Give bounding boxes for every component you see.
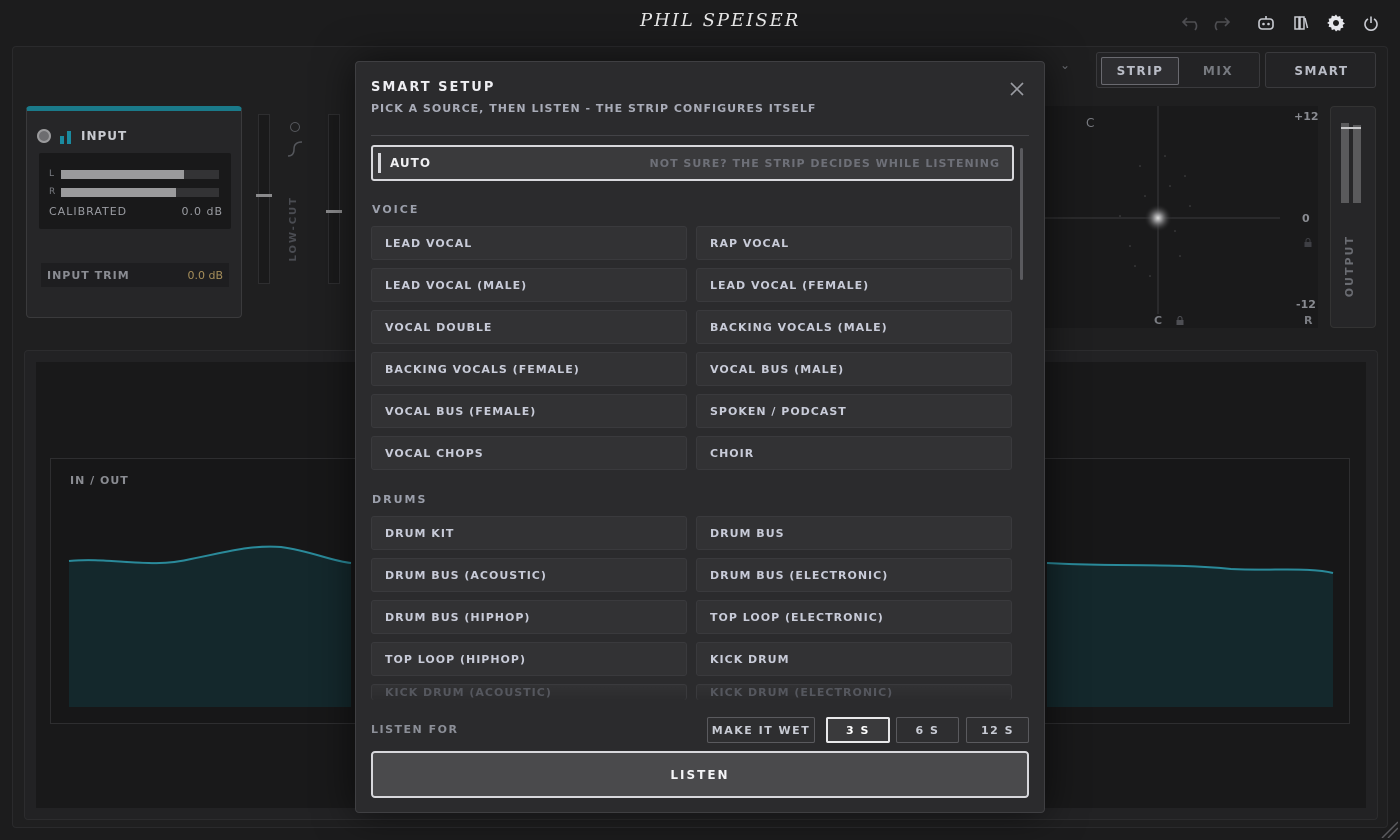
source-option-button[interactable]: KICK DRUM (ACOUSTIC) bbox=[371, 684, 687, 700]
input-trim-value[interactable]: 0.0 dB bbox=[187, 269, 223, 282]
meter-left: L bbox=[49, 169, 219, 179]
chevron-down-icon[interactable]: ⌄ bbox=[1060, 58, 1084, 76]
lowcut-label: LOW-CUT bbox=[288, 196, 299, 262]
stereo-scope: C C R +12 0 -12 bbox=[1040, 106, 1319, 328]
mode-strip-button[interactable]: STRIP bbox=[1101, 57, 1179, 85]
listen-button[interactable]: LISTEN bbox=[371, 751, 1029, 798]
lock-icon[interactable] bbox=[1176, 316, 1184, 325]
drums-source-list: DRUM KIT DRUM BUS DRUM BUS (ACOUSTIC) DRUM … bbox=[371, 516, 1015, 702]
output-meter-right bbox=[1353, 125, 1361, 203]
source-option-button[interactable]: VOCAL BUS (MALE) bbox=[696, 352, 1012, 386]
voice-source-list: LEAD VOCAL RAP VOCAL LEAD VOCAL (MALE) LEAD… bbox=[371, 226, 1015, 476]
fader-track-2 bbox=[328, 114, 340, 284]
source-option-button[interactable]: TOP LOOP (ELECTRONIC) bbox=[696, 600, 1012, 634]
source-option-button[interactable]: DRUM KIT bbox=[371, 516, 687, 550]
source-option-button[interactable]: DRUM BUS bbox=[696, 516, 1012, 550]
list-scrollbar[interactable] bbox=[1020, 148, 1023, 280]
listen-for-label: LISTEN FOR bbox=[371, 723, 459, 736]
brand-logo: PHIL SPEISER bbox=[640, 10, 801, 31]
dialog-divider bbox=[371, 135, 1029, 136]
scale-top: +12 bbox=[1294, 110, 1319, 123]
dialog-subtitle: PICK A SOURCE, THEN LISTEN - THE STRIP C… bbox=[371, 102, 817, 115]
source-option-button[interactable]: KICK DRUM (ELECTRONIC) bbox=[696, 684, 1012, 700]
lowcut-section: LOW-CUT bbox=[246, 106, 350, 320]
output-meter-left bbox=[1341, 123, 1349, 203]
redo-icon[interactable] bbox=[1208, 12, 1232, 34]
source-option-button[interactable]: LEAD VOCAL bbox=[371, 226, 687, 260]
scale-mid: 0 bbox=[1302, 212, 1310, 225]
source-option-button[interactable]: BACKING VOCALS (MALE) bbox=[696, 310, 1012, 344]
calibrated-value: 0.0 dB bbox=[181, 205, 223, 218]
source-option-button[interactable]: VOCAL DOUBLE bbox=[371, 310, 687, 344]
input-title: INPUT bbox=[81, 129, 128, 143]
output-fader-handle[interactable] bbox=[1341, 127, 1361, 129]
source-option-button[interactable]: LEAD VOCAL (FEMALE) bbox=[696, 268, 1012, 302]
source-option-button[interactable]: CHOIR bbox=[696, 436, 1012, 470]
duration-6s-button[interactable]: 6 S bbox=[896, 717, 959, 743]
meter-right-label: R bbox=[49, 187, 56, 197]
selected-indicator bbox=[378, 153, 381, 173]
section-voice-label: VOICE bbox=[372, 203, 420, 216]
section-drums-label: DRUMS bbox=[372, 493, 428, 506]
fader-handle-2[interactable] bbox=[326, 210, 342, 213]
input-meter: L R CALIBRATED 0.0 dB bbox=[39, 153, 231, 229]
calibrated-row: CALIBRATED 0.0 dB bbox=[49, 205, 223, 218]
scope-top-label: C bbox=[1086, 116, 1095, 130]
make-it-wet-button[interactable]: MAKE IT WET bbox=[707, 717, 815, 743]
source-option-button[interactable]: DRUM BUS (HIPHOP) bbox=[371, 600, 687, 634]
scope-bottom-label: C bbox=[1154, 314, 1163, 327]
source-option-button[interactable]: BACKING VOCALS (FEMALE) bbox=[371, 352, 687, 386]
mode-mix-button[interactable]: MIX bbox=[1179, 57, 1257, 85]
calibrated-label: CALIBRATED bbox=[49, 205, 128, 218]
power-icon[interactable] bbox=[1359, 12, 1383, 34]
gear-icon[interactable] bbox=[1324, 12, 1348, 34]
source-option-button[interactable]: SPOKEN / PODCAST bbox=[696, 394, 1012, 428]
lock-icon-2[interactable] bbox=[1304, 232, 1312, 247]
lowcut-enable-icon[interactable] bbox=[290, 122, 300, 132]
smart-button[interactable]: SMART bbox=[1270, 57, 1373, 85]
undo-icon[interactable] bbox=[1180, 12, 1204, 34]
source-option-button[interactable]: TOP LOOP (HIPHOP) bbox=[371, 642, 687, 676]
input-panel: INPUT L R CALIBRATED 0.0 dB INPUT TRIM 0… bbox=[26, 106, 242, 318]
source-option-button[interactable]: LEAD VOCAL (MALE) bbox=[371, 268, 687, 302]
robot-icon[interactable] bbox=[1254, 12, 1278, 34]
input-enable-toggle[interactable] bbox=[37, 129, 51, 143]
input-trim-label: INPUT TRIM bbox=[47, 268, 130, 282]
meter-left-bar bbox=[61, 170, 185, 179]
smart-setup-dialog: SMART SETUP PICK A SOURCE, THEN LISTEN -… bbox=[355, 61, 1045, 813]
source-option-button[interactable]: VOCAL BUS (FEMALE) bbox=[371, 394, 687, 428]
mode-switch: STRIP MIX bbox=[1096, 52, 1260, 88]
scale-bottom: -12 bbox=[1296, 298, 1316, 311]
output-label: OUTPUT bbox=[1343, 235, 1356, 298]
scope-right-label: R bbox=[1304, 314, 1313, 327]
source-option-button[interactable]: DRUM BUS (ELECTRONIC) bbox=[696, 558, 1012, 592]
source-auto-button[interactable]: AUTO NOT SURE? THE STRIP DECIDES WHILE L… bbox=[371, 145, 1014, 181]
source-option-button[interactable]: RAP VOCAL bbox=[696, 226, 1012, 260]
close-icon[interactable] bbox=[1006, 80, 1028, 102]
auto-label: AUTO bbox=[390, 156, 432, 170]
meter-icon bbox=[59, 129, 73, 144]
fader-track bbox=[258, 114, 270, 284]
input-trim[interactable]: INPUT TRIM 0.0 dB bbox=[41, 263, 229, 287]
meter-right-bar bbox=[61, 188, 177, 197]
source-option-button[interactable]: VOCAL CHOPS bbox=[371, 436, 687, 470]
meter-left-label: L bbox=[49, 169, 55, 179]
plugin-window: PHIL SPEISER ⌄ STRIP MIX SMART INPUT L R… bbox=[0, 0, 1400, 840]
smart-button-frame: SMART bbox=[1265, 52, 1376, 88]
dialog-title: SMART SETUP bbox=[371, 80, 496, 95]
duration-12s-button[interactable]: 12 S bbox=[966, 717, 1029, 743]
fader-handle[interactable] bbox=[256, 194, 272, 197]
in-out-label: IN / OUT bbox=[70, 474, 129, 487]
auto-hint: NOT SURE? THE STRIP DECIDES WHILE LISTEN… bbox=[649, 157, 1000, 170]
resize-handle-icon[interactable] bbox=[1378, 818, 1399, 839]
source-option-button[interactable]: KICK DRUM bbox=[696, 642, 1012, 676]
scope-plot bbox=[1040, 106, 1280, 314]
duration-3s-button[interactable]: 3 S bbox=[826, 717, 890, 743]
output-panel: OUTPUT bbox=[1330, 106, 1376, 328]
source-option-button[interactable]: DRUM BUS (ACOUSTIC) bbox=[371, 558, 687, 592]
lowcut-curve-icon bbox=[286, 140, 304, 158]
meter-right: R bbox=[49, 187, 219, 197]
library-icon[interactable] bbox=[1289, 12, 1313, 34]
